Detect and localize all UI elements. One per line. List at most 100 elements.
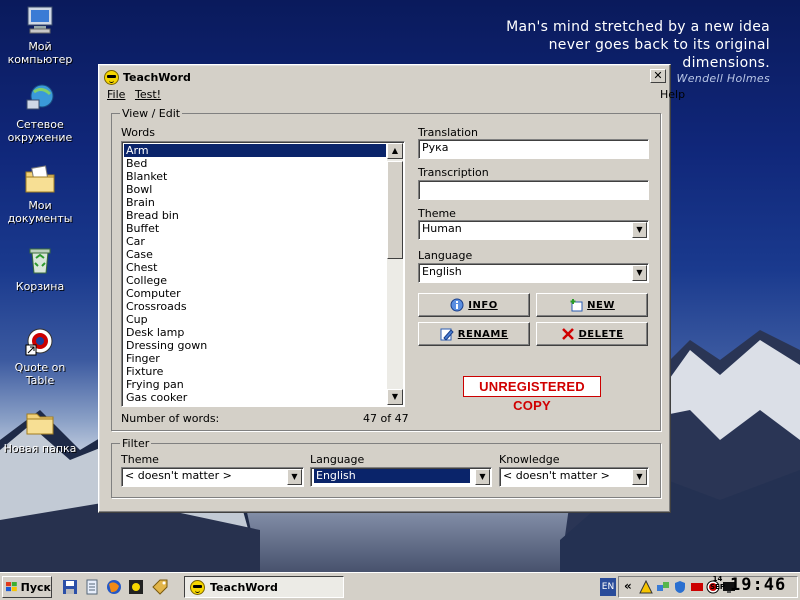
start-label: Пуск bbox=[20, 580, 51, 594]
windows-flag-icon bbox=[6, 582, 17, 592]
desktop-icon-recycle-bin[interactable]: Корзина bbox=[0, 244, 80, 293]
tray-expand-chevron-icon[interactable]: « bbox=[624, 579, 632, 593]
date-month: SEP bbox=[710, 583, 725, 591]
filter-theme-select[interactable]: < doesn't matter > ▼ bbox=[121, 467, 304, 487]
icon-label: Новая папка bbox=[3, 442, 77, 455]
chevron-down-icon[interactable]: ▼ bbox=[632, 265, 647, 281]
list-item[interactable]: Bowl bbox=[124, 183, 386, 196]
language-select-value: English bbox=[422, 265, 462, 278]
list-item[interactable]: Bed bbox=[124, 157, 386, 170]
info-button[interactable]: INFO bbox=[418, 293, 530, 317]
taskbar-item-teachword[interactable]: TeachWord bbox=[184, 576, 344, 598]
list-item[interactable]: Buffet bbox=[124, 222, 386, 235]
list-item[interactable]: Fixture bbox=[124, 365, 386, 378]
icon-label: Мои bbox=[28, 199, 52, 212]
filter-knowledge-select[interactable]: < doesn't matter > ▼ bbox=[499, 467, 649, 487]
calendar-date[interactable]: 14 SEP bbox=[710, 575, 725, 591]
list-item[interactable]: Hair bbox=[124, 404, 386, 406]
chevron-down-icon[interactable]: ▼ bbox=[632, 222, 647, 238]
icon-label: Мой bbox=[28, 40, 52, 53]
icon-label: Table bbox=[25, 374, 55, 387]
filter-language-select[interactable]: English ▼ bbox=[310, 467, 492, 487]
icon-label: Корзина bbox=[15, 280, 65, 293]
scroll-down-button[interactable]: ▼ bbox=[387, 389, 403, 405]
info-icon bbox=[450, 298, 464, 312]
list-item[interactable]: Frying pan bbox=[124, 378, 386, 391]
word-count-label: Number of words: bbox=[121, 412, 220, 425]
taskbar-item-label: TeachWord bbox=[210, 580, 278, 594]
chevron-down-icon[interactable]: ▼ bbox=[287, 469, 302, 485]
words-scrollbar[interactable]: ▲ ▼ bbox=[387, 143, 403, 405]
shield-tray-icon[interactable] bbox=[673, 580, 687, 594]
icon-label: Quote on bbox=[14, 361, 66, 374]
list-item[interactable]: College bbox=[124, 274, 386, 287]
language-select[interactable]: English ▼ bbox=[418, 263, 649, 283]
list-item[interactable]: Arm bbox=[124, 144, 386, 157]
close-button[interactable]: ✕ bbox=[650, 69, 666, 83]
list-item[interactable]: Brain bbox=[124, 196, 386, 209]
scroll-up-button[interactable]: ▲ bbox=[387, 143, 403, 159]
theme-label: Theme bbox=[418, 207, 456, 220]
desktop-icon-new-folder[interactable]: Новая папка bbox=[0, 406, 80, 455]
chevron-down-icon[interactable]: ▼ bbox=[632, 469, 647, 485]
icon-label: компьютер bbox=[7, 53, 73, 66]
view-edit-group-label: View / Edit bbox=[120, 107, 183, 120]
words-listbox[interactable]: Arm Bed Blanket Bowl Brain Bread bin Buffet Car… bbox=[121, 141, 405, 407]
my-documents-icon bbox=[24, 163, 56, 195]
list-item[interactable]: Cup bbox=[124, 313, 386, 326]
word-count-value: 47 of 47 bbox=[363, 412, 409, 425]
network-tray-icon[interactable] bbox=[656, 580, 670, 594]
menu-file-label: File bbox=[107, 88, 126, 101]
unregistered-copy-badge: UNREGISTERED COPY bbox=[463, 376, 601, 413]
list-item[interactable]: Desk lamp bbox=[124, 326, 386, 339]
antivirus-tray-icon[interactable] bbox=[690, 580, 704, 594]
notepad-icon[interactable] bbox=[84, 579, 100, 595]
recycle-bin-icon bbox=[24, 244, 56, 276]
filter-theme-value: < doesn't matter > bbox=[125, 469, 232, 482]
network-icon bbox=[24, 82, 56, 114]
delete-button[interactable]: DELETE bbox=[536, 322, 648, 346]
language-indicator[interactable]: EN bbox=[600, 578, 616, 596]
tag-icon[interactable] bbox=[152, 579, 168, 595]
list-item[interactable]: Computer bbox=[124, 287, 386, 300]
theme-select-value: Human bbox=[422, 222, 462, 235]
filter-language-label: Language bbox=[310, 453, 365, 466]
taskbar-clock[interactable]: 19:46 bbox=[730, 575, 786, 595]
rename-button[interactable]: RENAME bbox=[418, 322, 530, 346]
window-title: TeachWord bbox=[123, 70, 191, 84]
desktop-icon-my-computer[interactable]: Мой компьютер bbox=[0, 4, 80, 66]
filter-language-value: English bbox=[314, 469, 470, 483]
browser-icon[interactable] bbox=[106, 579, 122, 595]
game-icon[interactable] bbox=[128, 579, 144, 595]
chevron-down-icon[interactable]: ▼ bbox=[475, 469, 490, 485]
save-disk-icon[interactable] bbox=[62, 579, 78, 595]
scroll-thumb[interactable] bbox=[387, 161, 403, 259]
theme-select[interactable]: Human ▼ bbox=[418, 220, 649, 240]
list-item[interactable]: Dressing gown bbox=[124, 339, 386, 352]
menu-test-label: Test! bbox=[135, 88, 162, 101]
translation-field[interactable]: Рука bbox=[418, 139, 649, 159]
list-item[interactable]: Crossroads bbox=[124, 300, 386, 313]
list-item[interactable]: Chest bbox=[124, 261, 386, 274]
transcription-field[interactable] bbox=[418, 180, 649, 200]
list-item[interactable]: Blanket bbox=[124, 170, 386, 183]
smiley-sunglasses-icon bbox=[104, 69, 119, 85]
desktop-icon-network[interactable]: Сетевое окружение bbox=[0, 82, 80, 144]
desktop-icon-my-documents[interactable]: Мои документы bbox=[0, 163, 80, 225]
words-label: Words bbox=[121, 126, 156, 139]
folder-icon bbox=[24, 406, 56, 438]
list-item[interactable]: Gas cooker bbox=[124, 391, 386, 404]
list-item[interactable]: Bread bin bbox=[124, 209, 386, 222]
start-button[interactable]: Пуск bbox=[2, 576, 52, 598]
list-item[interactable]: Case bbox=[124, 248, 386, 261]
icon-label: окружение bbox=[7, 131, 73, 144]
quote-line: never goes back to its original bbox=[548, 37, 770, 53]
transcription-label: Transcription bbox=[418, 166, 489, 179]
list-item[interactable]: Finger bbox=[124, 352, 386, 365]
desktop-icon-quote-on-table[interactable]: Quote on Table bbox=[0, 325, 80, 387]
list-item[interactable]: Car bbox=[124, 235, 386, 248]
smiley-sunglasses-icon bbox=[190, 579, 205, 595]
warning-triangle-icon[interactable] bbox=[639, 580, 653, 594]
new-button[interactable]: NEW bbox=[536, 293, 648, 317]
title-bar[interactable]: TeachWord ✕ bbox=[102, 68, 667, 86]
